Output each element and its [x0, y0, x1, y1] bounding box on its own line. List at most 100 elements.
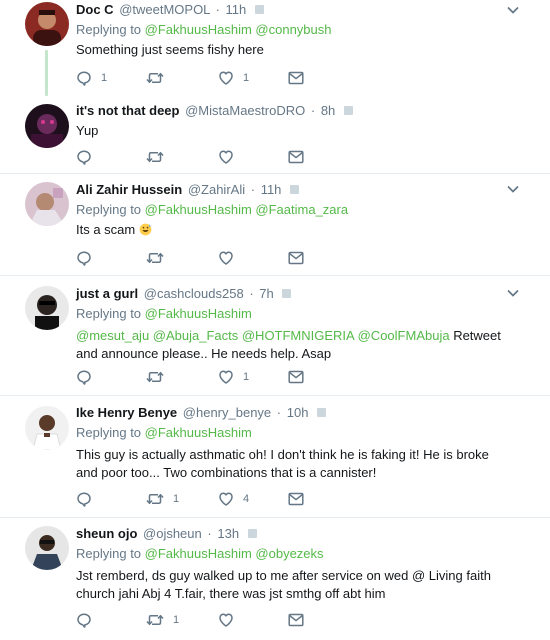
display-name[interactable]: Ike Henry Benye [76, 405, 177, 420]
tweet-item[interactable]: just a gurl @cashclouds258 · 7h Replying… [0, 276, 550, 396]
tweet-header: Ali Zahir Hussein @ZahirAli · 11h [76, 181, 510, 198]
direct-message-icon [288, 251, 304, 265]
username[interactable]: @MistaMaestroDRO [185, 103, 305, 118]
username[interactable]: @ZahirAli [188, 182, 245, 197]
chevron-down-icon[interactable] [506, 5, 520, 15]
tweet-item[interactable]: Ali Zahir Hussein @ZahirAli · 11h Replyi… [0, 174, 550, 276]
timestamp[interactable]: 10h [287, 405, 309, 420]
retweet-button[interactable] [146, 368, 173, 386]
avatar[interactable] [25, 286, 69, 330]
tweet-item[interactable]: Doc C @tweetMOPOL · 11h Replying to @Fak… [0, 0, 550, 96]
reply-icon [76, 491, 92, 507]
username[interactable]: @henry_benye [183, 405, 271, 420]
tweet-text: Jst remberd, ds guy walked up to me afte… [76, 568, 491, 601]
direct-message-button[interactable] [288, 368, 304, 386]
display-name[interactable]: Doc C [76, 2, 114, 17]
chevron-down-icon[interactable] [506, 184, 520, 194]
direct-message-icon [288, 150, 304, 164]
retweet-button[interactable] [146, 69, 173, 87]
mention-link[interactable]: @FakhuusHashim [145, 425, 252, 440]
reply-button[interactable] [76, 249, 101, 267]
retweet-button[interactable]: 1 [146, 490, 179, 508]
direct-message-icon [288, 71, 304, 85]
replying-to: Replying to @FakhuusHashim @connybush [76, 21, 510, 38]
like-button[interactable]: 1 [218, 368, 249, 386]
mention-link[interactable]: @FakhuusHashim @Faatima_zara [145, 202, 348, 217]
avatar[interactable] [25, 182, 69, 226]
username[interactable]: @ojsheun [143, 526, 202, 541]
tweet-text-mentions[interactable]: @mesut_aju @Abuja_Facts @HOTFMNIGERIA @C… [76, 328, 450, 343]
like-icon [218, 149, 234, 165]
mention-link[interactable]: @FakhuusHashim @connybush [145, 22, 332, 37]
reply-button[interactable] [76, 148, 101, 166]
timestamp[interactable]: 11h [226, 2, 247, 17]
retweet-icon [146, 149, 164, 165]
verified-badge-icon [247, 529, 257, 539]
mention-link[interactable]: @FakhuusHashim @obyezeks [145, 546, 324, 561]
replying-to-label: Replying to [76, 202, 142, 217]
mention-link[interactable]: @FakhuusHashim [145, 306, 252, 321]
username[interactable]: @cashclouds258 [144, 286, 244, 301]
verified-badge-icon [282, 289, 292, 299]
tweet-text-body: Its a scam [76, 222, 136, 237]
replying-to-label: Replying to [76, 306, 142, 321]
separator-dot: · [310, 103, 316, 118]
retweet-button[interactable] [146, 249, 173, 267]
timestamp[interactable]: 13h [217, 526, 239, 541]
tweet-item[interactable]: sheun ojo @ojsheun · 13h Replying to @Fa… [0, 518, 550, 640]
chevron-down-icon[interactable] [506, 288, 520, 298]
verified-badge-icon [317, 408, 327, 418]
replying-to: Replying to @FakhuusHashim @Faatima_zara [76, 201, 510, 218]
like-count: 1 [243, 72, 250, 84]
timestamp[interactable]: 7h [259, 286, 273, 301]
separator-dot: · [215, 2, 220, 17]
direct-message-button[interactable] [288, 249, 304, 267]
like-button[interactable] [218, 249, 243, 267]
retweet-icon [146, 70, 164, 86]
reply-icon [76, 369, 92, 385]
like-count: 4 [243, 493, 250, 505]
replying-to-label: Replying to [76, 546, 142, 561]
retweet-icon [146, 250, 164, 266]
tweet-header: sheun ojo @ojsheun · 13h [76, 525, 510, 542]
retweet-button[interactable]: 1 [146, 611, 179, 629]
reply-button[interactable]: 1 [76, 69, 107, 87]
tweet-item[interactable]: it's not that deep @MistaMaestroDRO · 8h… [0, 94, 550, 174]
like-button[interactable]: 1 [218, 69, 249, 87]
username[interactable]: @tweetMOPOL [119, 2, 210, 17]
avatar[interactable] [25, 2, 69, 46]
direct-message-button[interactable] [288, 490, 304, 508]
avatar[interactable] [25, 406, 69, 450]
display-name[interactable]: just a gurl [76, 286, 138, 301]
retweet-icon [146, 369, 164, 385]
tweet-text: @mesut_aju @Abuja_Facts @HOTFMNIGERIA @C… [76, 327, 510, 363]
like-button[interactable] [218, 148, 243, 166]
display-name[interactable]: it's not that deep [76, 103, 179, 118]
replying-to: Replying to @FakhuusHashim [76, 424, 510, 441]
display-name[interactable]: Ali Zahir Hussein [76, 182, 182, 197]
separator-dot: · [249, 286, 254, 301]
tweet-text: Its a scam [76, 221, 510, 239]
retweet-icon [146, 491, 164, 507]
reply-button[interactable] [76, 490, 101, 508]
separator-dot: · [207, 526, 212, 541]
tweet-header: Ike Henry Benye @henry_benye · 10h [76, 404, 510, 421]
like-button[interactable]: 4 [218, 490, 249, 508]
reply-button[interactable] [76, 368, 101, 386]
display-name[interactable]: sheun ojo [76, 526, 137, 541]
reply-button[interactable] [76, 611, 101, 629]
retweet-count: 1 [173, 614, 180, 626]
direct-message-button[interactable] [288, 611, 304, 629]
direct-message-button[interactable] [288, 69, 304, 87]
avatar[interactable] [25, 104, 69, 148]
reply-icon [76, 149, 92, 165]
like-button[interactable] [218, 611, 243, 629]
direct-message-icon [288, 613, 304, 627]
replying-to-label: Replying to [76, 22, 142, 37]
retweet-button[interactable] [146, 148, 173, 166]
tweet-item[interactable]: Ike Henry Benye @henry_benye · 10h Reply… [0, 396, 550, 518]
timestamp[interactable]: 8h [321, 103, 335, 118]
avatar[interactable] [25, 526, 69, 570]
timestamp[interactable]: 11h [261, 182, 282, 197]
direct-message-button[interactable] [288, 148, 304, 166]
